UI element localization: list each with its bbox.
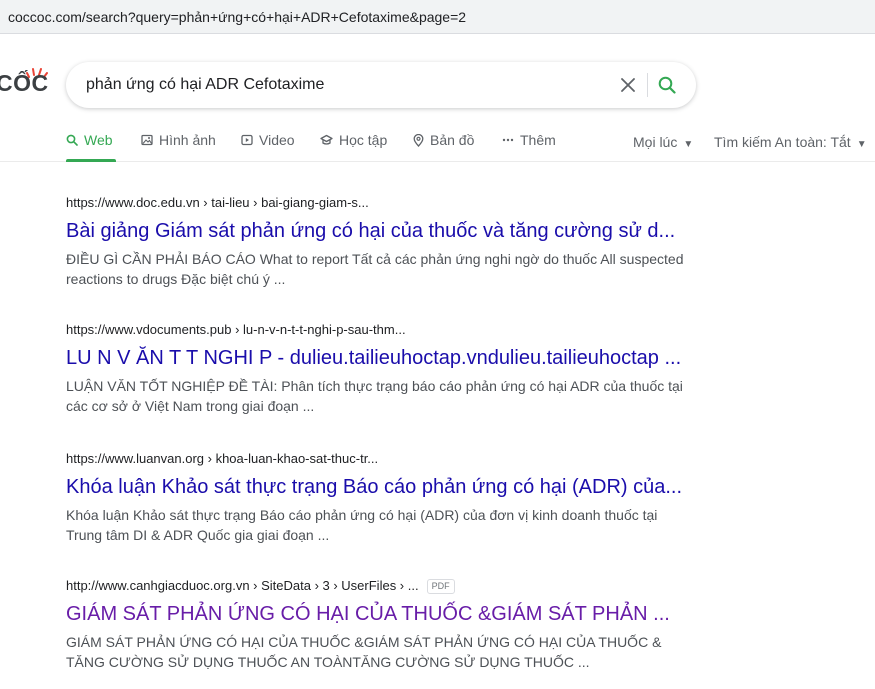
result-url-text: https://www.vdocuments.pub › lu-n-v-n-t-… — [66, 322, 406, 337]
tab-maps[interactable]: Bản đồ — [413, 132, 474, 162]
result-url[interactable]: https://www.luanvan.org › khoa-luan-khao… — [66, 450, 706, 468]
result-title-link[interactable]: Khóa luận Khảo sát thực trạng Báo cáo ph… — [66, 474, 706, 500]
search-button[interactable] — [656, 74, 678, 96]
search-icon — [658, 76, 676, 94]
result-title-link[interactable]: LU N V ĂN T T NGHI P - dulieu.tailieuhoc… — [66, 345, 706, 371]
result-url-text: https://www.doc.edu.vn › tai-lieu › bai-… — [66, 195, 369, 210]
map-pin-icon — [413, 134, 424, 147]
result-title-link[interactable]: Bài giảng Giám sát phản ứng có hại của t… — [66, 218, 706, 244]
search-result: https://www.doc.edu.vn › tai-lieu › bai-… — [66, 194, 706, 289]
pdf-badge: PDF — [426, 578, 455, 594]
result-title-link[interactable]: GIÁM SÁT PHẢN ỨNG CÓ HẠI CỦA THUỐC &GIÁM… — [66, 601, 706, 627]
search-result: https://www.vdocuments.pub › lu-n-v-n-t-… — [66, 321, 706, 416]
close-icon — [621, 78, 635, 92]
safe-search-label: Tìm kiếm An toàn: Tắt — [714, 134, 851, 150]
tab-label: Web — [84, 132, 113, 148]
result-snippet: LUẬN VĂN TỐT NGHIỆP ĐỀ TÀI: Phân tích th… — [66, 378, 683, 414]
search-result: https://www.luanvan.org › khoa-luan-khao… — [66, 450, 706, 545]
browser-address-bar[interactable]: coccoc.com/search?query=phản+ứng+có+hại+… — [0, 0, 875, 34]
result-snippet: Khóa luận Khảo sát thực trạng Báo cáo ph… — [66, 507, 658, 543]
chevron-down-icon: ▼ — [683, 139, 694, 150]
search-box — [66, 62, 696, 108]
active-tab-indicator — [66, 159, 116, 162]
result-snippet: GIÁM SÁT PHẢN ỨNG CÓ HẠI CỦA THUỐC &GIÁM… — [66, 634, 662, 670]
image-icon — [141, 134, 153, 146]
tab-label: Học tập — [339, 132, 388, 148]
search-result: http://www.canhgiacduoc.org.vn › SiteDat… — [66, 577, 706, 672]
result-url[interactable]: https://www.doc.edu.vn › tai-lieu › bai-… — [66, 194, 706, 212]
result-url[interactable]: http://www.canhgiacduoc.org.vn › SiteDat… — [66, 577, 706, 595]
clear-search-button[interactable] — [618, 75, 638, 95]
tab-video[interactable]: Video — [241, 132, 295, 162]
search-input[interactable] — [86, 74, 606, 96]
tab-images[interactable]: Hình ảnh — [141, 132, 216, 162]
tab-label: Video — [259, 132, 295, 148]
address-url[interactable]: coccoc.com/search?query=phản+ứng+có+hại+… — [8, 9, 466, 25]
tab-more[interactable]: Thêm — [502, 132, 556, 162]
search-icon — [66, 134, 78, 146]
more-dots-icon — [502, 138, 514, 142]
time-filter-dropdown[interactable]: Mọi lúc ▼ — [633, 134, 693, 150]
tab-label: Thêm — [520, 132, 556, 148]
tab-web[interactable]: Web — [66, 132, 116, 162]
result-url-text: https://www.luanvan.org › khoa-luan-khao… — [66, 451, 379, 466]
safe-search-dropdown[interactable]: Tìm kiếm An toàn: Tắt ▼ — [714, 134, 867, 150]
result-url-text: http://www.canhgiacduoc.org.vn › SiteDat… — [66, 578, 419, 593]
logo-text: CỐC — [0, 70, 49, 96]
tab-label: Bản đồ — [430, 132, 475, 148]
result-snippet: ĐIỀU GÌ CẦN PHẢI BÁO CÁO What to report … — [66, 251, 684, 287]
video-icon — [241, 134, 253, 146]
time-filter-label: Mọi lúc — [633, 134, 678, 150]
search-divider — [647, 73, 648, 97]
chevron-down-icon: ▼ — [856, 139, 867, 150]
coccoc-logo[interactable]: CỐC — [0, 66, 56, 102]
result-url[interactable]: https://www.vdocuments.pub › lu-n-v-n-t-… — [66, 321, 706, 339]
search-tabs: Web Hình ảnh Video Học tập Bản đồ Thêm M… — [0, 124, 875, 162]
graduation-cap-icon — [320, 134, 333, 145]
tab-label: Hình ảnh — [159, 132, 216, 148]
tab-study[interactable]: Học tập — [320, 132, 387, 162]
